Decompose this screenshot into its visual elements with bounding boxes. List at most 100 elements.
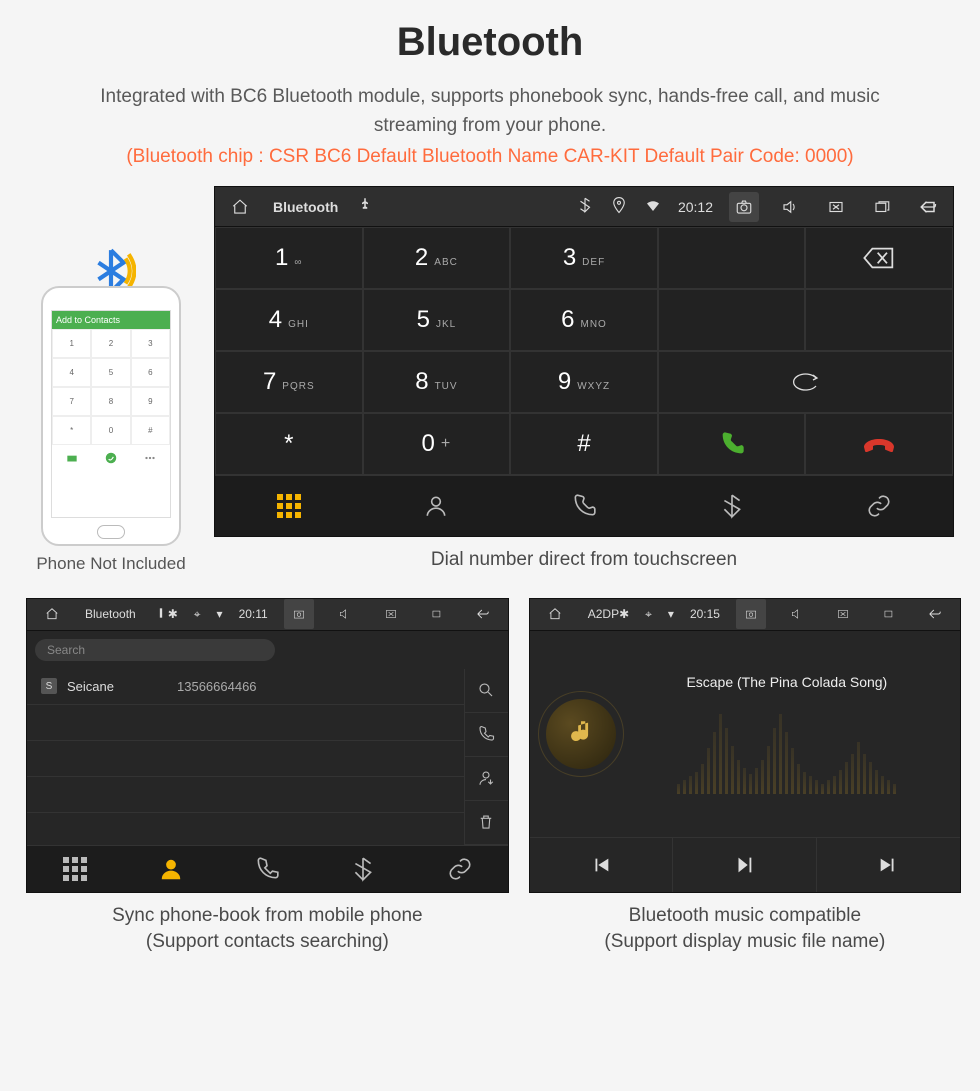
volume-button[interactable] xyxy=(775,192,805,222)
volume-button[interactable] xyxy=(782,599,812,629)
status-title: A2DP xyxy=(588,607,619,621)
dial-key-6[interactable]: 6MNO xyxy=(510,289,658,351)
home-icon[interactable] xyxy=(225,192,255,222)
tab-dialpad[interactable] xyxy=(215,476,363,536)
recent-apps-button[interactable] xyxy=(874,599,904,629)
dialpad-icon xyxy=(63,857,87,881)
recent-apps-button[interactable] xyxy=(867,192,897,222)
dialer-caption: Dial number direct from touchscreen xyxy=(214,547,954,574)
dial-key-4[interactable]: 4GHI xyxy=(215,289,363,351)
recent-apps-button[interactable] xyxy=(422,599,452,629)
phone-keypad: 123 456 789 *0# xyxy=(52,329,170,445)
phone-icon xyxy=(571,493,597,519)
dial-key-7[interactable]: 7PQRS xyxy=(215,351,363,413)
close-button[interactable] xyxy=(821,192,851,222)
tab-bluetooth[interactable] xyxy=(658,476,806,536)
phonebook-caption-2: (Support contacts searching) xyxy=(146,931,389,952)
contact-number: 13566664466 xyxy=(177,679,257,694)
tab-contacts[interactable] xyxy=(123,846,219,892)
usb-icon xyxy=(356,196,374,217)
equalizer-viz xyxy=(630,704,944,794)
bluetooth-icon xyxy=(719,493,745,519)
screenshot-button[interactable] xyxy=(736,599,766,629)
bluetooth-icon xyxy=(350,856,376,882)
status-title: Bluetooth xyxy=(273,199,338,215)
action-search[interactable] xyxy=(464,669,508,713)
link-icon xyxy=(866,493,892,519)
dial-key-8[interactable]: 8TUV xyxy=(363,351,511,413)
tab-pair[interactable] xyxy=(805,476,953,536)
prev-track-button[interactable] xyxy=(530,838,673,892)
tab-bluetooth[interactable] xyxy=(315,846,411,892)
call-button[interactable] xyxy=(658,413,806,475)
page-title: Bluetooth xyxy=(0,20,980,65)
search-input[interactable]: Search xyxy=(35,639,275,661)
back-button[interactable] xyxy=(920,599,950,629)
close-button[interactable] xyxy=(376,599,406,629)
dialpad-icon xyxy=(277,494,301,518)
phonebook-caption-1: Sync phone-book from mobile phone xyxy=(112,905,423,926)
tab-recent-calls[interactable] xyxy=(510,476,658,536)
spec-line: (Bluetooth chip : CSR BC6 Default Blueto… xyxy=(0,146,980,168)
dial-key-3[interactable]: 3DEF xyxy=(510,227,658,289)
contacts-icon xyxy=(158,856,184,882)
action-download[interactable] xyxy=(464,757,508,801)
dial-key-5[interactable]: 5JKL xyxy=(363,289,511,351)
tab-pair[interactable] xyxy=(412,846,508,892)
usb-icon xyxy=(154,606,168,623)
status-bar: Bluetooth ✱ ⌖ ▾ 20:11 xyxy=(27,599,508,631)
wifi-icon: ▾ xyxy=(217,607,223,621)
status-bar: Bluetooth 20:12 xyxy=(215,187,953,227)
wifi-icon xyxy=(644,196,662,217)
status-time: 20:12 xyxy=(678,199,713,215)
back-button[interactable] xyxy=(913,192,943,222)
tab-recent-calls[interactable] xyxy=(219,846,315,892)
back-button[interactable] xyxy=(468,599,498,629)
dial-key-2[interactable]: 2ABC xyxy=(363,227,511,289)
dial-key-star[interactable]: * xyxy=(215,413,363,475)
backspace-button[interactable] xyxy=(805,227,953,289)
volume-button[interactable] xyxy=(330,599,360,629)
dial-key-9[interactable]: 9WXYZ xyxy=(510,351,658,413)
location-icon xyxy=(610,196,628,217)
bluetooth-status-icon: ✱ xyxy=(168,607,178,621)
close-button[interactable] xyxy=(828,599,858,629)
dial-key-1[interactable]: 1∞ xyxy=(215,227,363,289)
track-title: Escape (The Pina Colada Song) xyxy=(630,674,944,690)
entry-blank-2 xyxy=(658,289,806,351)
contact-badge: S xyxy=(41,678,57,694)
link-icon xyxy=(447,856,473,882)
dial-key-hash[interactable]: # xyxy=(510,413,658,475)
play-pause-button[interactable] xyxy=(673,838,816,892)
status-title: Bluetooth xyxy=(85,607,136,621)
phone-icon xyxy=(254,856,280,882)
end-call-button[interactable] xyxy=(805,413,953,475)
home-icon[interactable] xyxy=(540,599,570,629)
tab-contacts[interactable] xyxy=(363,476,511,536)
home-icon[interactable] xyxy=(37,599,67,629)
entry-blank-1 xyxy=(658,227,806,289)
action-delete[interactable] xyxy=(464,801,508,845)
screenshot-button[interactable] xyxy=(284,599,314,629)
status-time: 20:15 xyxy=(690,607,720,621)
music-headunit: A2DP ✱⌖▾ 20:15 xyxy=(529,598,961,893)
contacts-icon xyxy=(423,493,449,519)
phone-top-bar: Add to Contacts xyxy=(52,311,170,329)
music-caption-1: Bluetooth music compatible xyxy=(629,905,861,926)
status-bar: A2DP ✱⌖▾ 20:15 xyxy=(530,599,960,631)
screenshot-button[interactable] xyxy=(729,192,759,222)
status-time: 20:11 xyxy=(239,607,268,621)
location-icon: ⌖ xyxy=(194,607,201,622)
swap-button[interactable] xyxy=(658,351,953,413)
entry-blank-3 xyxy=(805,289,953,351)
phone-caption: Phone Not Included xyxy=(26,554,196,574)
dialer-headunit: Bluetooth 20:12 1∞ 2ABC xyxy=(214,186,954,537)
music-caption-2: (Support display music file name) xyxy=(604,931,885,952)
dial-key-0[interactable]: 0+ xyxy=(363,413,511,475)
page-subtitle: Integrated with BC6 Bluetooth module, su… xyxy=(0,83,980,140)
contact-row[interactable]: S Seicane 13566664466 xyxy=(27,669,464,705)
bluetooth-status-icon xyxy=(576,196,594,217)
next-track-button[interactable] xyxy=(817,838,960,892)
tab-dialpad[interactable] xyxy=(27,846,123,892)
action-call[interactable] xyxy=(464,713,508,757)
